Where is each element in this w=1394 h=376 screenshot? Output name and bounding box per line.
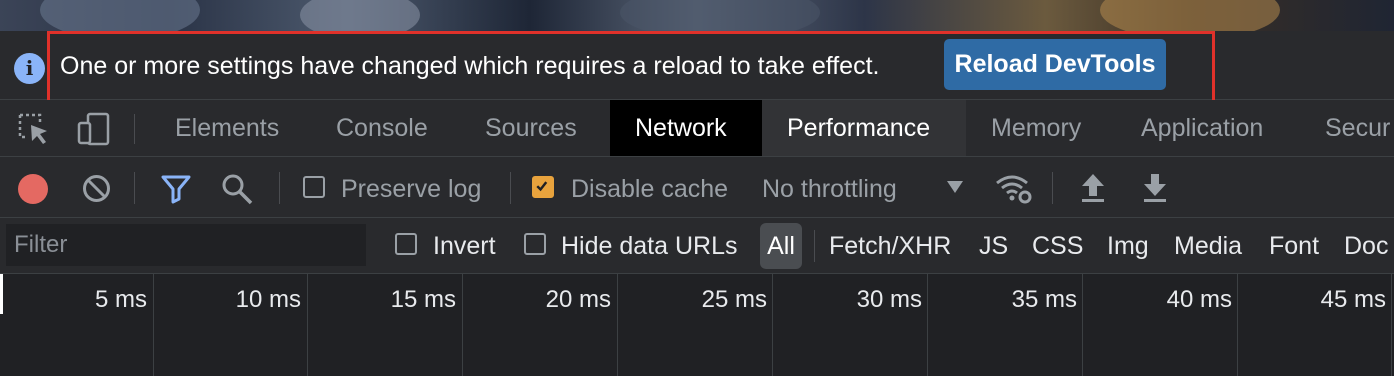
- toolbar-separator: [1052, 172, 1053, 204]
- filter-input[interactable]: [6, 224, 366, 266]
- filter-bar: Invert Hide data URLs All Fetch/XHR JS C…: [0, 218, 1394, 274]
- timeline-tick-label: 40 ms: [1166, 286, 1232, 313]
- type-filter-all[interactable]: All: [760, 223, 802, 269]
- timeline-tick-label: 5 ms: [94, 286, 147, 313]
- timeline-tick-label: 15 ms: [390, 286, 456, 313]
- reload-devtools-button[interactable]: Reload DevTools: [944, 39, 1166, 90]
- tab-separator: [134, 114, 135, 144]
- preserve-log-label: Preserve log: [341, 175, 482, 203]
- tab-performance[interactable]: Performance: [762, 100, 966, 156]
- tab-network[interactable]: Network: [610, 100, 762, 156]
- invert-label: Invert: [433, 232, 496, 260]
- settings-changed-infobar: i One or more settings have changed whic…: [0, 31, 1394, 105]
- timeline-tick-label: 20 ms: [545, 286, 611, 313]
- export-har-icon[interactable]: [1142, 172, 1168, 204]
- disable-cache-label: Disable cache: [571, 175, 729, 203]
- devtools-tab-bar: Elements Console Sources Network Perform…: [0, 100, 1394, 157]
- timeline-gridline: [772, 274, 773, 376]
- import-har-icon[interactable]: [1080, 172, 1106, 204]
- filter-separator: [814, 230, 815, 262]
- inspect-element-icon[interactable]: [16, 111, 52, 147]
- timeline-gridline: [927, 274, 928, 376]
- tab-elements[interactable]: Elements: [150, 100, 304, 156]
- timeline-tick-label: 10 ms: [235, 286, 301, 313]
- timeline-tick-label: 35 ms: [1011, 286, 1077, 313]
- checkmark-icon: [536, 181, 548, 192]
- timeline-tick-label: 45 ms: [1320, 286, 1386, 313]
- type-filter-css[interactable]: CSS: [1032, 218, 1083, 274]
- type-filter-img[interactable]: Img: [1107, 218, 1149, 274]
- network-conditions-icon[interactable]: [994, 171, 1034, 205]
- device-toolbar-icon[interactable]: [76, 111, 112, 147]
- timeline-tick-label: 30 ms: [856, 286, 922, 313]
- search-icon[interactable]: [220, 172, 254, 206]
- type-filter-media[interactable]: Media: [1174, 218, 1242, 274]
- network-toolbar: Preserve log Disable cache No throttling: [0, 157, 1394, 218]
- timeline-gridline: [153, 274, 154, 376]
- record-button[interactable]: [18, 174, 48, 204]
- type-filter-font[interactable]: Font: [1269, 218, 1319, 274]
- info-icon: i: [14, 53, 45, 84]
- filter-icon[interactable]: [160, 173, 192, 205]
- timeline-gridline: [307, 274, 308, 376]
- toolbar-separator: [510, 172, 511, 204]
- invert-checkbox[interactable]: [395, 233, 417, 255]
- throttling-select[interactable]: No throttling: [762, 175, 897, 204]
- type-filter-fetch-xhr[interactable]: Fetch/XHR: [829, 218, 951, 274]
- tab-sources[interactable]: Sources: [460, 100, 602, 156]
- type-filter-js[interactable]: JS: [979, 218, 1008, 274]
- tab-application[interactable]: Application: [1116, 100, 1288, 156]
- timeline-gridline: [1391, 274, 1392, 376]
- timeline-gridline: [1237, 274, 1238, 376]
- disable-cache-checkbox[interactable]: [532, 176, 554, 198]
- type-filter-doc[interactable]: Doc: [1344, 218, 1388, 274]
- infobar-message: One or more settings have changed which …: [60, 52, 880, 80]
- timeline-cursor: [0, 274, 3, 314]
- chevron-down-icon[interactable]: [946, 180, 964, 194]
- timeline-overview[interactable]: 5 ms 10 ms 15 ms 20 ms 25 ms 30 ms 35 ms…: [0, 274, 1394, 376]
- toolbar-separator: [134, 172, 135, 204]
- toolbar-separator: [279, 172, 280, 204]
- tab-console[interactable]: Console: [311, 100, 453, 156]
- preserve-log-checkbox[interactable]: [303, 176, 325, 198]
- hide-data-urls-checkbox[interactable]: [524, 233, 546, 255]
- timeline-gridline: [1082, 274, 1083, 376]
- clear-icon[interactable]: [81, 173, 112, 204]
- tab-memory[interactable]: Memory: [966, 100, 1106, 156]
- timeline-gridline: [462, 274, 463, 376]
- background-photo-strip: [0, 0, 1394, 31]
- hide-data-urls-label: Hide data URLs: [561, 232, 738, 260]
- tab-security[interactable]: Secur: [1300, 100, 1394, 156]
- timeline-tick-label: 25 ms: [701, 286, 767, 313]
- timeline-gridline: [617, 274, 618, 376]
